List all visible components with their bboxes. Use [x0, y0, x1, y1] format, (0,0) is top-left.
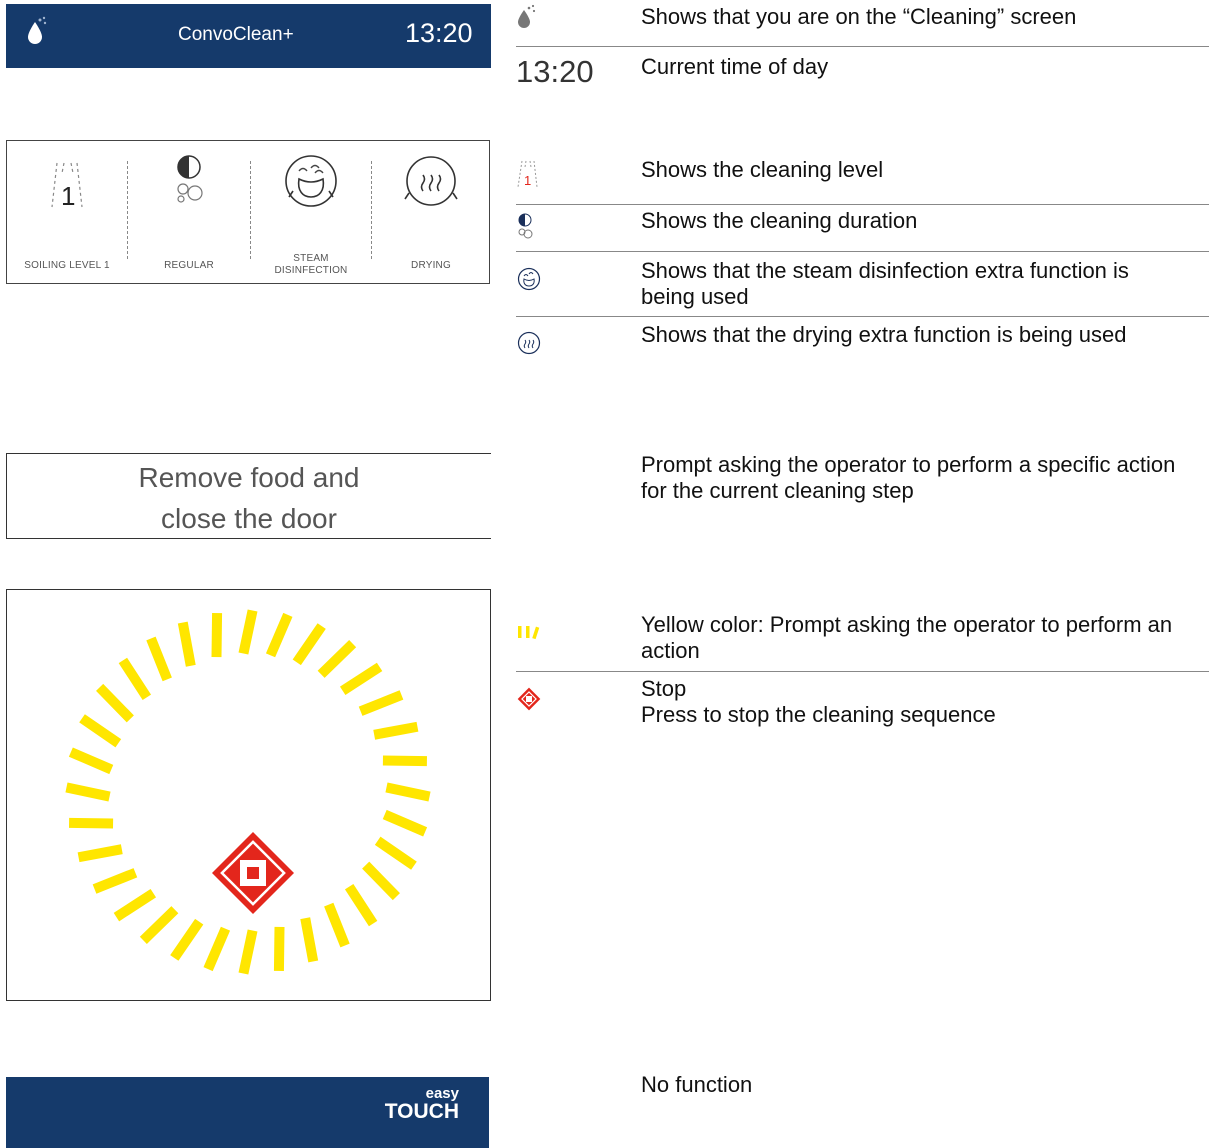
ring-dash [92, 868, 138, 894]
ring-dash [68, 747, 114, 775]
duration-cell: REGULAR [128, 141, 250, 283]
ring-dash [146, 636, 172, 682]
ring-dash [238, 929, 258, 975]
legend-row-level: 1 Shows the cleaning level [516, 157, 1211, 197]
ring-dash [170, 918, 204, 961]
yellow-prompt-icon [518, 626, 540, 640]
ring-dash [113, 888, 157, 922]
ring-dash [358, 690, 404, 716]
ring-dash [77, 844, 123, 863]
drying-icon [404, 156, 458, 206]
stop-button[interactable] [211, 831, 295, 915]
ring-dash [118, 657, 152, 701]
soiling-level-icon: 1 [517, 160, 538, 188]
steam-disinfection-icon [285, 155, 337, 207]
ring-dash [65, 782, 111, 802]
prompt-line-2: close the door [161, 503, 337, 534]
ring-dash [317, 640, 357, 678]
duration-icon [177, 155, 203, 203]
legend-row-no-function: No function [641, 1072, 753, 1097]
action-ring [65, 609, 431, 975]
ring-dash [211, 613, 223, 658]
legend-row-drying: Shows that the drying extra function is … [516, 322, 1211, 376]
legend-divider [516, 46, 1209, 47]
ring-dash [385, 782, 431, 802]
legend-divider [516, 316, 1209, 317]
legend-divider [516, 671, 1209, 672]
ring-dash [69, 817, 114, 829]
time-sample: 13:20 [516, 54, 594, 89]
legend-row-stop: Stop Press to stop the cleaning sequence [516, 676, 1211, 732]
ring-dash [362, 861, 400, 901]
bottom-bar: easy TOUCH [6, 1077, 489, 1148]
legend-divider [516, 204, 1209, 205]
time-display: 13:20 [405, 18, 473, 48]
ring-dash [382, 755, 427, 767]
ring-dash [382, 809, 428, 837]
legend-row-time: 13:20 Current time of day [516, 54, 829, 89]
ring-dash [374, 836, 417, 870]
header-bar: ConvoClean+ 13:20 [6, 4, 491, 68]
ring-dash [373, 721, 419, 740]
ring-dash [292, 623, 326, 666]
legend-row-steam: Shows that the steam disinfection extra … [516, 258, 1211, 312]
ring-dash [339, 662, 383, 696]
drying-icon [517, 331, 541, 355]
soiling-level-cell: 1 SOILING LEVEL 1 [7, 141, 127, 283]
drying-cell: DRYING [372, 141, 490, 283]
soiling-level-icon: 1 [51, 162, 83, 211]
legend-row-prompt: Prompt asking the operator to perform a … [641, 452, 1176, 503]
yellow-action-ring [65, 609, 431, 975]
action-panel [6, 589, 491, 1001]
svg-text:1: 1 [524, 173, 531, 188]
stop-description: Stop Press to stop the cleaning sequence [641, 676, 996, 727]
cleaning-drop-icon [518, 4, 536, 28]
legend-row-duration: Shows the cleaning duration [516, 208, 1211, 248]
prompt-line-1: Remove food and [138, 462, 360, 493]
cleaning-drop-icon [28, 16, 47, 44]
ring-dash [265, 612, 293, 658]
ring-dash [273, 926, 285, 971]
ring-dash [300, 917, 319, 963]
ring-dash [177, 621, 196, 667]
ring-dash [79, 714, 122, 748]
ring-dash [238, 609, 258, 655]
operator-prompt: Remove food and close the door [6, 453, 491, 539]
ring-dash [96, 683, 134, 723]
ring-dash [139, 906, 179, 944]
ring-dash [203, 926, 231, 972]
ring-dash [324, 902, 350, 948]
steam-disinfection-cell: STEAM DISINFECTION [251, 141, 371, 283]
legend-row-cleaning-screen: Shows that you are on the “Cleaning” scr… [516, 4, 1211, 44]
ring-dash [344, 883, 378, 927]
steam-disinfection-icon [517, 267, 541, 291]
duration-icon [518, 213, 533, 239]
cleaning-status-strip: 1 SOILING LEVEL 1 REGULAR STEAM DISINFEC… [6, 140, 490, 284]
stop-icon [517, 687, 541, 711]
app-title: ConvoClean+ [178, 24, 294, 45]
legend-row-yellow: Yellow color: Prompt asking the operator… [516, 612, 1211, 668]
drying-label: DRYING [411, 260, 451, 271]
soiling-level-number: 1 [61, 181, 75, 211]
legend-divider [516, 251, 1209, 252]
steam-disinfection-label: STEAM DISINFECTION [274, 253, 348, 276]
soiling-level-label: SOILING LEVEL 1 [24, 260, 110, 271]
duration-label: REGULAR [164, 260, 214, 271]
easytouch-logo: easy TOUCH [384, 1085, 459, 1123]
